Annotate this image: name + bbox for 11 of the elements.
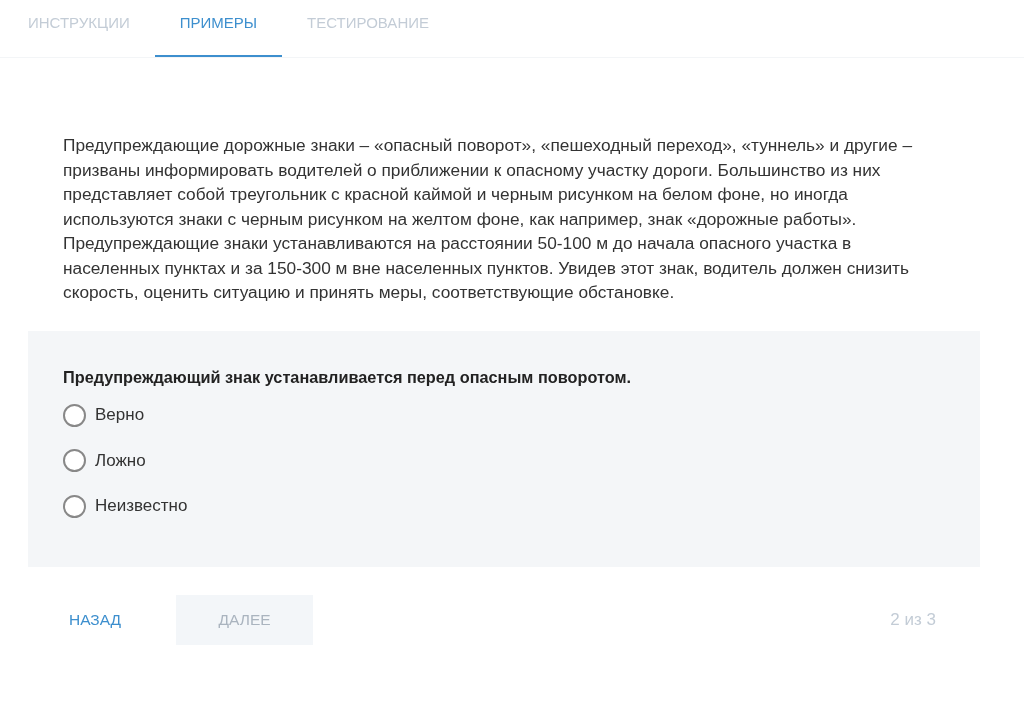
radio-button[interactable] [63, 403, 86, 427]
passage-text: Предупреждающие дорожные знаки – «опасный поворот», «пешеходный переход», «туннель» и другие – призваны информировать водителей о приближении к опасному участку дороги. Большинство из них представляет собой треугольник с красной каймой и черным рисунком на белом фоне, но иногда используются знаки с черным рисунком на желтом фоне, как например, знак «дорожные работы». Предупреждающие знаки устанавливаются на расстоянии 50-100 м до начала опасного участка в населенных пунктах и за 150-300 м вне населенных пунктов. Увидев этот знак, водитель должен снизить скорость, оценить ситуацию и принять меры, соответствующие обстановке. [63, 134, 914, 304]
option-label[interactable]: Ложно [95, 450, 146, 471]
radio-button[interactable] [63, 449, 86, 473]
option-label[interactable]: Верно [95, 405, 145, 426]
tab[interactable]: ПРИМЕРЫ [154, 0, 283, 57]
option-label[interactable]: Неизвестно [95, 496, 188, 517]
back-button[interactable]: НАЗАД [40, 595, 151, 645]
question-statement: Предупреждающий знак устанавливается перед опасным поворотом. [63, 367, 632, 387]
progress-counter: 2 из 3 [890, 610, 936, 630]
radio-button[interactable] [63, 494, 86, 518]
